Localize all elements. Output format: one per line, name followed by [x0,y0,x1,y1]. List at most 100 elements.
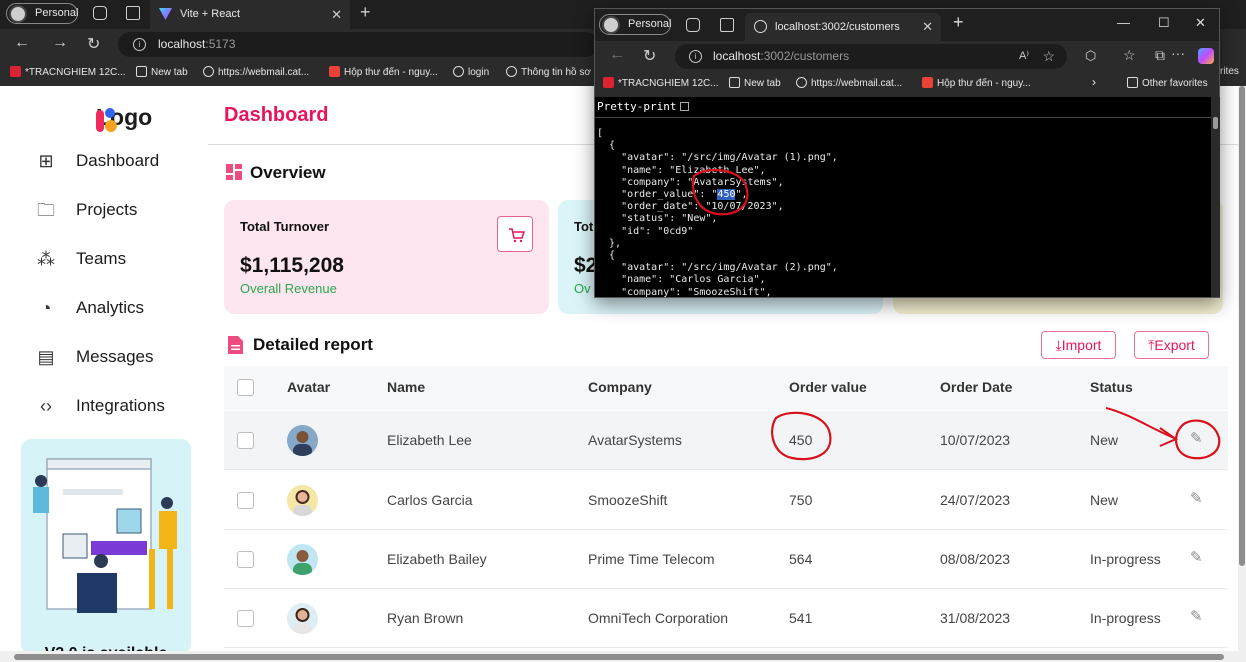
sidebar-item-messages[interactable]: ▤ Messages [36,345,153,369]
bookmark-gmail[interactable]: Hộp thư đến - nguy... [922,77,1031,89]
bookmark-webmail[interactable]: https://webmail.cat... [796,77,902,89]
tab-actions-icon[interactable] [126,6,140,20]
column-header[interactable]: Name [387,379,425,395]
back-icon[interactable]: ← [609,46,625,64]
edit-pencil-icon[interactable]: ✎ [1190,548,1203,566]
copilot-icon[interactable] [1198,48,1214,64]
new-tab-button[interactable]: + [953,12,964,33]
import-button[interactable]: ⤓Import [1041,331,1116,359]
pdf-icon [603,77,614,88]
profile-button[interactable]: Personal [6,3,78,24]
favorite-star-icon[interactable]: ☆ [1042,44,1055,69]
new-tab-button[interactable]: + [360,2,371,23]
site-info-icon[interactable]: i [689,50,702,63]
column-header[interactable]: Company [588,379,652,395]
favorites-icon[interactable]: ☆ [1123,47,1136,64]
row-checkbox[interactable] [237,610,254,627]
sidebar-item-dashboard[interactable]: ⊞ Dashboard [36,149,159,173]
address-bar[interactable]: i localhost:5173 [118,32,598,57]
row-checkbox[interactable] [237,492,254,509]
vertical-scrollbar[interactable] [1238,86,1246,662]
table-row[interactable]: Elizabeth Lee AvatarSystems 450 10/07/20… [224,411,1228,470]
minimize-icon[interactable]: — [1117,15,1130,30]
refresh-icon[interactable]: ↻ [643,46,656,66]
table-row[interactable]: Carlos Garcia SmoozeShift 750 24/07/2023… [224,471,1228,530]
bookmark-label: https://webmail.cat... [218,67,310,78]
workspaces-icon[interactable] [686,18,700,32]
popup-scrollbar[interactable] [1211,97,1220,297]
sidebar-item-integrations[interactable]: ‹› Integrations [36,394,165,418]
globe-icon [796,77,807,88]
bookmark-gmail[interactable]: Hộp thư đến - nguy... [329,66,438,78]
refresh-icon[interactable]: ↻ [87,34,100,54]
logo[interactable]: Logo [64,104,152,134]
card-subtitle: Overall Revenue [240,281,337,296]
json-line: "order_date": "10/07/2023", [597,201,784,213]
pretty-print-toggle[interactable]: Pretty-print [597,100,690,113]
workspaces-icon[interactable] [93,6,107,20]
scrollbar-thumb[interactable] [14,654,1224,660]
close-tab-icon[interactable]: ✕ [922,13,933,41]
sidebar-item-projects[interactable]: 🗀 Projects [36,198,137,222]
maximize-icon[interactable]: ☐ [1158,15,1170,31]
edit-pencil-icon[interactable]: ✎ [1190,429,1203,447]
close-tab-icon[interactable]: ✕ [331,0,342,29]
sidebar-item-teams[interactable]: ⁂ Teams [36,247,126,271]
edit-pencil-icon[interactable]: ✎ [1190,607,1203,625]
table-row[interactable]: Elizabeth Bailey Prime Time Telecom 564 … [224,530,1228,589]
cart-button[interactable] [497,216,533,252]
bookmark-new-tab[interactable]: New tab [729,77,781,89]
site-info-icon[interactable]: i [133,38,146,51]
more-icon[interactable]: ··· [1171,45,1185,61]
horizontal-scrollbar[interactable] [0,651,1238,662]
close-window-icon[interactable]: ✕ [1195,15,1206,31]
collections-icon[interactable]: ⧉ [1155,47,1165,64]
select-all-checkbox[interactable] [237,379,254,396]
avatar [287,544,318,575]
sidebar-item-label: Analytics [76,298,145,317]
bookmark-login[interactable]: login [453,66,489,78]
row-checkbox[interactable] [237,551,254,568]
back-icon[interactable]: ← [14,34,30,52]
bookmark-tracnghiem[interactable]: *TRACNGHIEM 12C... [603,77,719,89]
tab-vite-react[interactable]: Vite + React ✕ [150,0,350,29]
json-line: "name": "Elizabeth Lee", [597,164,766,176]
bookmark-thong-tin[interactable]: Thông tin hồ sơ [506,66,591,78]
favorites-overflow-chevron-icon[interactable]: › [1092,75,1096,89]
column-header[interactable]: Order Date [940,379,1012,395]
popup-profile-button[interactable]: Personal [599,14,671,35]
column-header[interactable]: Avatar [287,379,330,395]
url-port: :5173 [205,37,236,51]
message-icon: ▤ [37,347,55,367]
column-header[interactable]: Order value [789,379,867,395]
pretty-print-checkbox[interactable] [680,102,690,111]
scrollbar-thumb[interactable] [1239,86,1245,566]
edit-pencil-icon[interactable]: ✎ [1190,489,1203,507]
table-row[interactable]: Ryan Brown OmniTech Corporation 541 31/0… [224,589,1228,648]
order-value: 750 [789,492,813,508]
selected-text: 450 [717,189,736,201]
column-header[interactable]: Status [1090,379,1133,395]
report-icon [228,336,243,354]
sidebar-item-analytics[interactable]: ◔ Analytics [36,296,144,320]
tab-actions-icon[interactable] [720,18,734,32]
json-line: "order_value": "450", [597,189,748,201]
favorites-overflow-text[interactable]: rites [1220,66,1239,77]
tab-customers[interactable]: localhost:3002/customers ✕ [745,13,941,41]
bookmark-new-tab[interactable]: New tab [136,66,188,78]
forward-icon[interactable]: → [52,34,68,52]
bookmark-webmail[interactable]: https://webmail.cat... [203,66,309,78]
row-checkbox[interactable] [237,432,254,449]
upgrade-promo[interactable]: V2.0 is available [21,439,191,654]
other-favorites[interactable]: Other favorites [1127,77,1208,89]
profile-label: Personal [628,18,672,30]
export-button[interactable]: ⤒Export [1134,331,1209,359]
bookmark-tracnghiem[interactable]: *TRACNGHIEM 12C... [10,66,126,78]
extensions-icon[interactable]: ⬡ [1085,48,1096,64]
profile-avatar [602,16,620,34]
logo-mark-icon [96,108,122,134]
scrollbar-thumb[interactable] [1213,117,1218,129]
read-aloud-icon[interactable]: A⁾ [1019,44,1029,69]
popup-address-bar[interactable]: i localhost:3002/customers A⁾ ☆ [675,44,1067,69]
import-label: Import [1061,337,1102,353]
